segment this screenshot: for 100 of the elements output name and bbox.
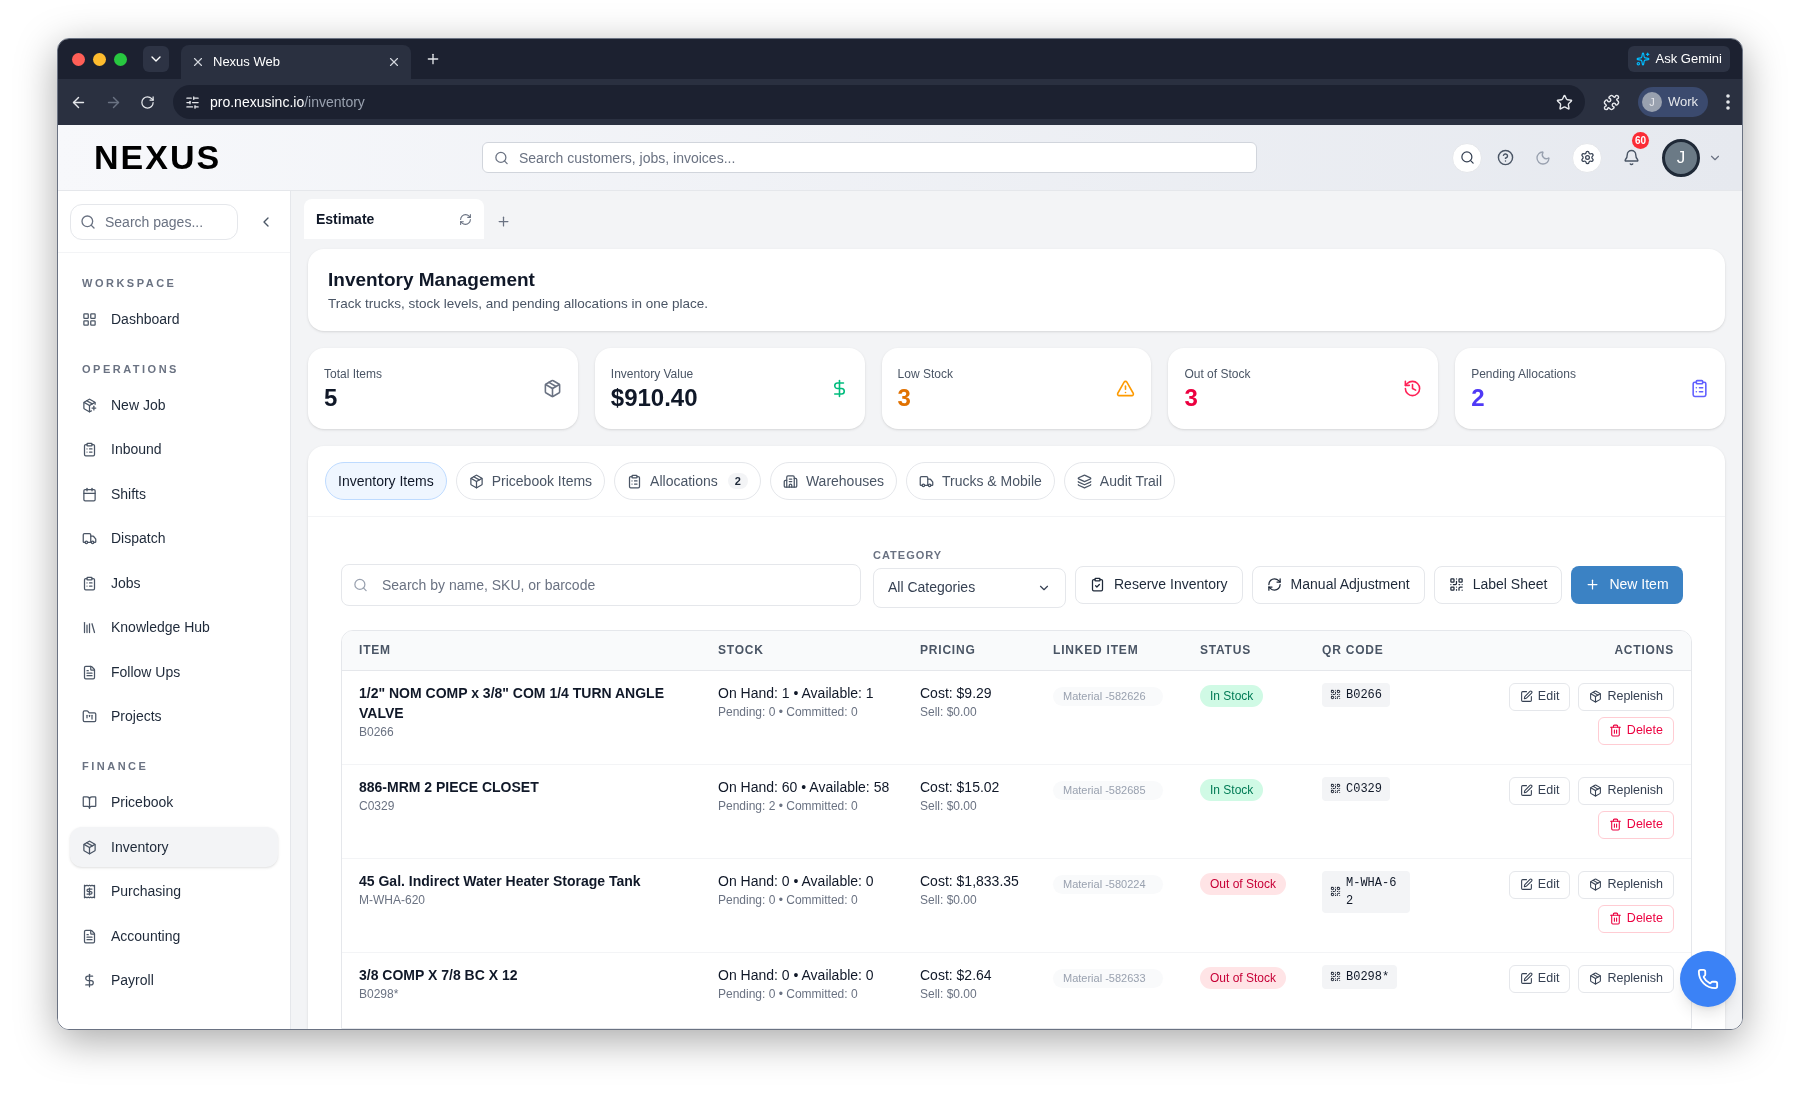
sidebar-item[interactable]: New Job [70, 385, 278, 425]
calendar-icon [82, 486, 97, 502]
sidebar-item[interactable]: Pricebook [70, 782, 278, 823]
item-name: 886-MRM 2 PIECE CLOSET [359, 777, 540, 797]
sidebar-item[interactable]: Projects [70, 696, 278, 737]
stat-label: Low Stock [897, 365, 954, 383]
column-header: STOCK [718, 642, 765, 659]
toolbar-button[interactable]: Reserve Inventory [1075, 565, 1243, 604]
status-badge: In Stock [1200, 684, 1264, 707]
sell-price: Sell: $0.00 [920, 703, 978, 721]
stock-detail: Pending: 0 • Committed: 0 [718, 891, 859, 909]
replenish-button[interactable]: Replenish [1578, 776, 1674, 805]
refresh-icon [459, 212, 472, 226]
extensions-icon [1602, 93, 1620, 111]
window-minimize-control[interactable] [93, 52, 106, 66]
section-heading: WORKSPACE [81, 275, 178, 291]
sidebar-item[interactable]: Accounting [70, 916, 278, 956]
cost-price: Cost: $2.64 [920, 965, 993, 985]
search-icon [494, 150, 509, 165]
settings-icon [1579, 150, 1595, 165]
toolbar-button[interactable]: Manual Adjustment [1251, 565, 1425, 604]
stat-label: Inventory Value [610, 365, 695, 383]
trash-icon [1608, 912, 1622, 925]
moon-icon [1535, 149, 1551, 166]
edit-button[interactable]: Edit [1508, 682, 1571, 711]
sidebar-item[interactable]: Inbound [70, 429, 278, 470]
category-label: CATEGORY [873, 548, 944, 563]
dollar-icon [82, 973, 97, 988]
sidebar-item[interactable]: Shifts [70, 474, 278, 514]
layers-icon [1076, 473, 1092, 489]
replenish-button[interactable]: Replenish [1578, 870, 1674, 899]
sidebar-item[interactable]: Dispatch [70, 518, 278, 559]
sidebar-item[interactable]: Dashboard [70, 299, 278, 339]
notifications-button[interactable] [1622, 148, 1640, 167]
nexus-logo: NEXUS [94, 137, 222, 176]
edit-button[interactable]: Edit [1508, 870, 1571, 899]
delete-button[interactable]: Delete [1597, 716, 1674, 745]
sidebar-item[interactable]: Payroll [70, 960, 278, 1001]
sidebar-item[interactable]: Jobs [70, 563, 278, 603]
window-close-control[interactable] [72, 52, 85, 66]
tab-list-button[interactable] [143, 46, 169, 72]
box-icon [1589, 690, 1603, 703]
linked-item-tag: Material -580224 [1053, 874, 1163, 894]
truck-icon [919, 473, 934, 489]
replenish-button[interactable]: Replenish [1578, 682, 1674, 711]
clipboard-icon [82, 442, 97, 457]
book-icon [82, 795, 97, 810]
sidebar-item[interactable]: Inventory [70, 827, 278, 867]
category-select[interactable]: All Categories [873, 567, 1066, 608]
replenish-button[interactable]: Replenish [1578, 964, 1674, 993]
column-header: ITEM [359, 642, 392, 659]
view-tab[interactable]: Inventory Items [325, 462, 447, 500]
pencil-icon [1519, 690, 1533, 703]
item-sku: B0266 [359, 723, 395, 741]
user-avatar[interactable]: J [1662, 138, 1700, 177]
clipboard-icon [627, 473, 643, 489]
box-icon [1589, 878, 1603, 891]
toolbar-button[interactable]: Label Sheet [1433, 565, 1563, 604]
sidebar-item[interactable]: Follow Ups [70, 652, 278, 692]
item-search-field[interactable]: Search by name, SKU, or barcode [341, 563, 861, 606]
settings-button[interactable] [1572, 142, 1602, 173]
stat-label: Total Items [324, 365, 384, 383]
menu-icon[interactable] [1726, 94, 1730, 110]
browser-tab[interactable]: Nexus Web [181, 45, 411, 79]
status-badge: Out of Stock [1200, 966, 1287, 989]
stat-value: 3 [897, 382, 912, 413]
page-tab[interactable]: Estimate [304, 199, 484, 239]
receipt-icon [82, 884, 97, 899]
ask-gemini-button[interactable]: Ask Gemini [1627, 46, 1730, 72]
delete-button[interactable]: Delete [1597, 810, 1674, 839]
sparkle-icon [1635, 52, 1650, 66]
search-button[interactable] [1452, 142, 1482, 173]
box-icon [468, 473, 484, 489]
edit-button[interactable]: Edit [1508, 776, 1571, 805]
item-sku: B0298* [359, 985, 400, 1003]
phone-icon [1697, 968, 1719, 990]
address-bar[interactable]: pro.nexusinc.io/inventory [173, 85, 1585, 119]
stock-summary: On Hand: 0 • Available: 0 [718, 871, 875, 891]
add-tab-icon [496, 214, 511, 229]
page-search-field[interactable]: Search pages... [70, 203, 238, 240]
global-search-field[interactable]: Search customers, jobs, invoices... [482, 142, 1257, 173]
linked-item-tag: Material -582633 [1053, 968, 1163, 988]
bell-icon [1622, 149, 1640, 166]
site-settings-icon [185, 94, 200, 110]
toolbar-button[interactable]: New Item [1571, 565, 1683, 604]
sidebar-item[interactable]: Knowledge Hub [70, 607, 278, 648]
books-icon [82, 620, 97, 635]
delete-button[interactable]: Delete [1597, 904, 1674, 933]
qr-code-tag: M-WHA-62 [1322, 870, 1410, 913]
package-plus-icon [82, 397, 97, 413]
refresh-icon [1266, 577, 1282, 592]
edit-button[interactable]: Edit [1508, 964, 1571, 993]
stock-detail: Pending: 0 • Committed: 0 [718, 985, 859, 1003]
profile-button[interactable]: J Work [1637, 87, 1708, 117]
stock-summary: On Hand: 0 • Available: 0 [718, 965, 875, 985]
window-zoom-control[interactable] [114, 52, 127, 66]
sidebar-item[interactable]: Purchasing [70, 871, 278, 912]
clipboard-check-icon [1090, 577, 1105, 592]
trash-icon [1608, 724, 1622, 737]
stock-summary: On Hand: 60 • Available: 58 [718, 777, 891, 797]
